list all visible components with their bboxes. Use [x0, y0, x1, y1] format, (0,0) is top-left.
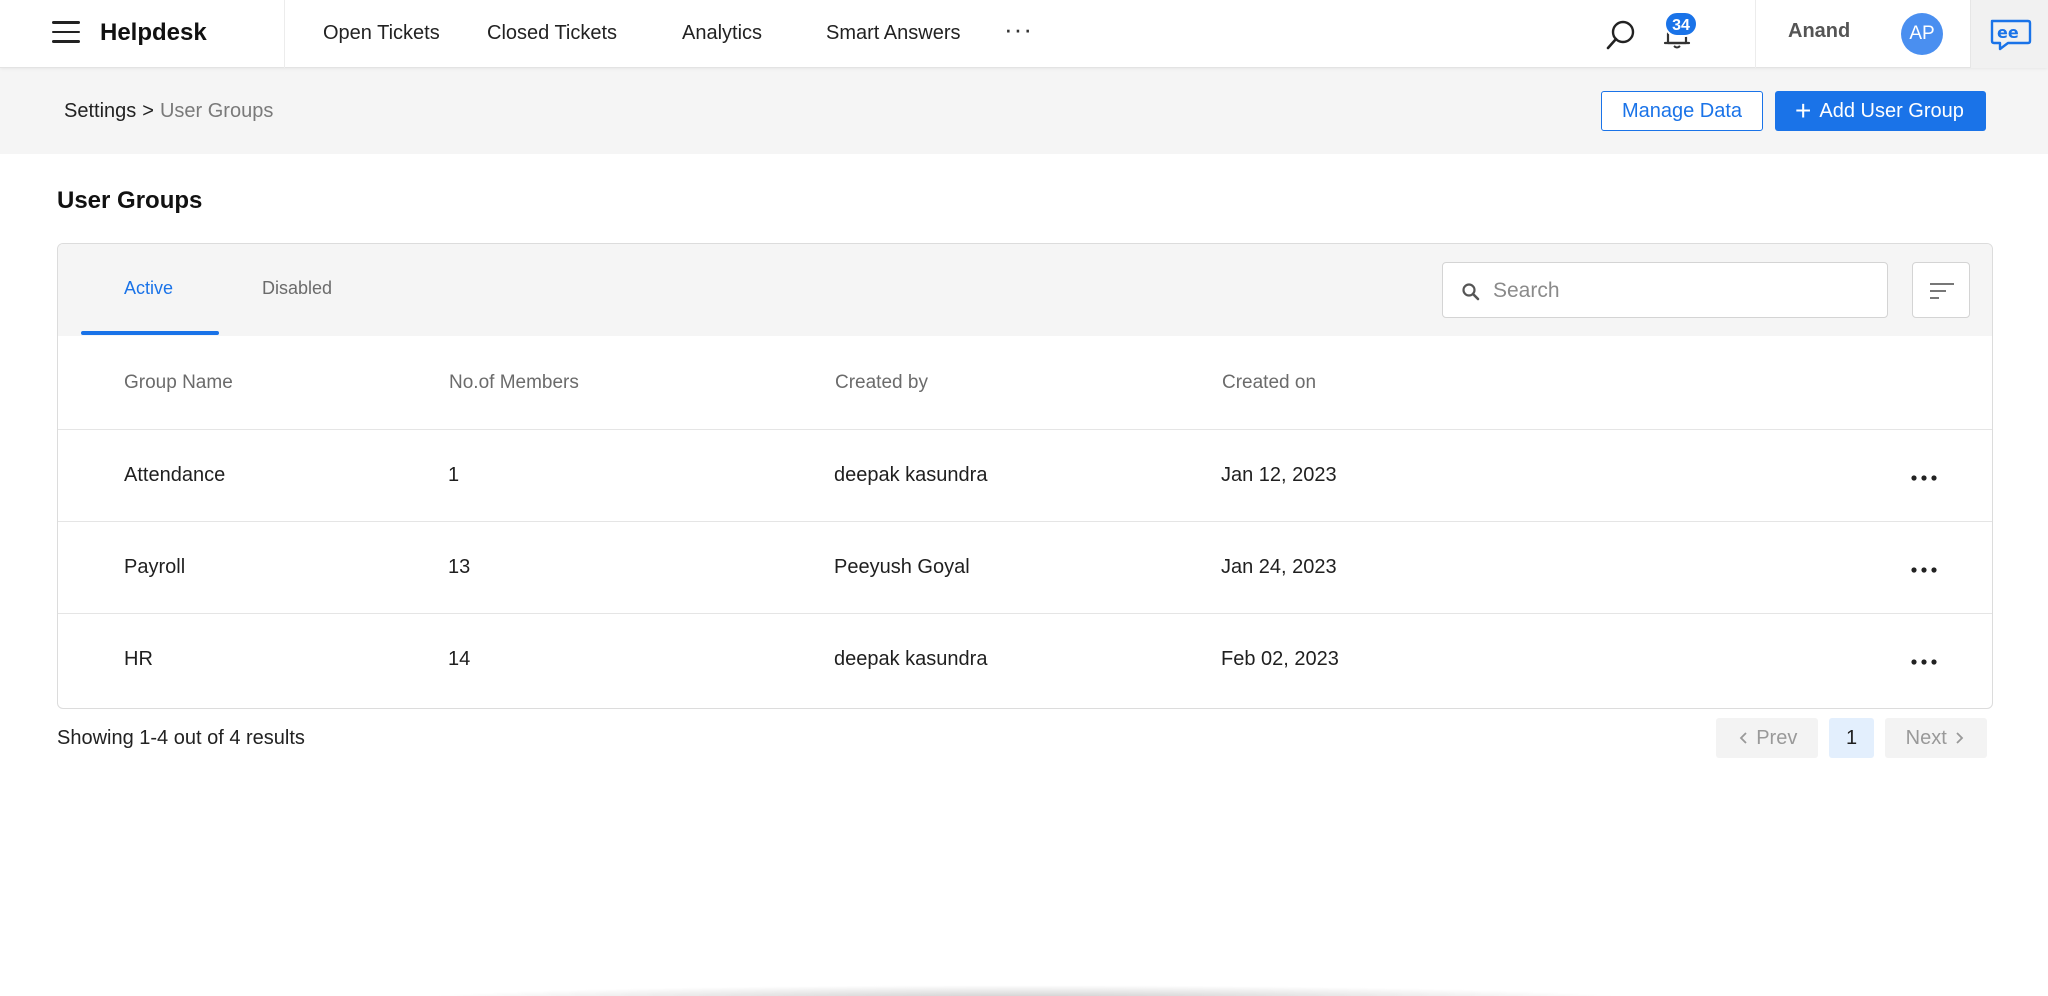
cell-members: 1: [448, 464, 460, 486]
nav-divider: [284, 0, 285, 68]
cell-group-name[interactable]: Attendance: [124, 464, 225, 487]
nav-smart-answers[interactable]: Smart Answers: [826, 22, 960, 45]
sort-icon: [1930, 283, 1954, 299]
app-switcher[interactable]: ee: [1970, 0, 2048, 68]
user-groups-card: Active Disabled Group Name No.of Members…: [57, 243, 1993, 709]
tab-active[interactable]: Active: [124, 278, 173, 299]
row-more-icon[interactable]: [1904, 647, 1944, 677]
cell-created-on: Jan 24, 2023: [1221, 556, 1337, 578]
brand-title: Helpdesk: [100, 19, 207, 46]
search-icon: [1462, 283, 1480, 301]
manage-data-button[interactable]: Manage Data: [1601, 91, 1763, 131]
nav-analytics[interactable]: Analytics: [682, 22, 762, 45]
cell-group-name[interactable]: Payroll: [124, 556, 185, 579]
column-header-members: No.of Members: [449, 372, 579, 393]
user-divider: [1755, 0, 1756, 68]
column-header-group-name: Group Name: [124, 372, 233, 393]
app-logo-icon: ee: [1990, 19, 2032, 51]
column-header-created-by: Created by: [835, 372, 928, 393]
row-divider: [58, 521, 1992, 522]
search-icon[interactable]: [1604, 18, 1638, 52]
nav-closed-tickets[interactable]: Closed Tickets: [487, 22, 617, 45]
pagination-next-label: Next: [1905, 727, 1947, 749]
cell-created-by: Peeyush Goyal: [834, 556, 970, 578]
cell-group-name[interactable]: HR: [124, 648, 153, 671]
page-title: User Groups: [57, 187, 203, 214]
row-more-icon[interactable]: [1904, 463, 1944, 493]
breadcrumb-settings[interactable]: Settings: [64, 100, 136, 122]
tab-disabled[interactable]: Disabled: [262, 278, 332, 299]
search-input[interactable]: [1493, 275, 1873, 307]
pagination-page-1[interactable]: 1: [1829, 718, 1874, 758]
user-name[interactable]: Anand: [1788, 20, 1850, 43]
breadcrumb-separator: >: [142, 100, 154, 122]
sort-filter-button[interactable]: [1912, 262, 1970, 318]
column-header-created-on: Created on: [1222, 372, 1317, 393]
cell-created-by: deepak kasundra: [834, 464, 988, 486]
svg-text:ee: ee: [1997, 23, 2019, 42]
cell-created-on: Jan 12, 2023: [1221, 464, 1337, 486]
breadcrumb-current: User Groups: [159, 100, 274, 122]
avatar[interactable]: AP: [1901, 13, 1943, 55]
pagination-prev-label: Prev: [1756, 727, 1798, 749]
add-user-group-label: Add User Group: [1819, 100, 1964, 122]
row-more-icon[interactable]: [1904, 555, 1944, 585]
chevron-left-icon: [1739, 732, 1747, 744]
cell-members: 14: [448, 648, 471, 670]
results-summary: Showing 1-4 out of 4 results: [57, 727, 305, 749]
pagination-next-button[interactable]: Next: [1885, 718, 1987, 758]
row-divider: [58, 429, 1992, 430]
bottom-shadow: [400, 985, 1650, 996]
cell-created-on: Feb 02, 2023: [1221, 648, 1339, 670]
active-tab-indicator: [81, 331, 219, 335]
add-user-group-button[interactable]: + Add User Group: [1775, 91, 1986, 131]
breadcrumb: Settings > User Groups: [64, 100, 273, 123]
search-field[interactable]: [1442, 262, 1888, 318]
top-navigation-bar: Helpdesk Open Tickets Closed Tickets Ana…: [0, 0, 2048, 68]
nav-more-icon[interactable]: ···: [1004, 14, 1033, 45]
card-toolbar: Active Disabled: [58, 244, 1992, 336]
sub-header: Settings > User Groups Manage Data + Add Us…: [0, 68, 2048, 154]
cell-members: 13: [448, 556, 471, 578]
chevron-right-icon: [1956, 732, 1964, 744]
nav-open-tickets[interactable]: Open Tickets: [323, 22, 440, 45]
cell-created-by: deepak kasundra: [834, 648, 988, 670]
plus-icon: +: [1795, 95, 1812, 126]
notification-badge: 34: [1664, 11, 1698, 37]
pagination-prev-button[interactable]: Prev: [1716, 718, 1818, 758]
hamburger-icon[interactable]: [52, 21, 80, 45]
row-divider: [58, 613, 1992, 614]
